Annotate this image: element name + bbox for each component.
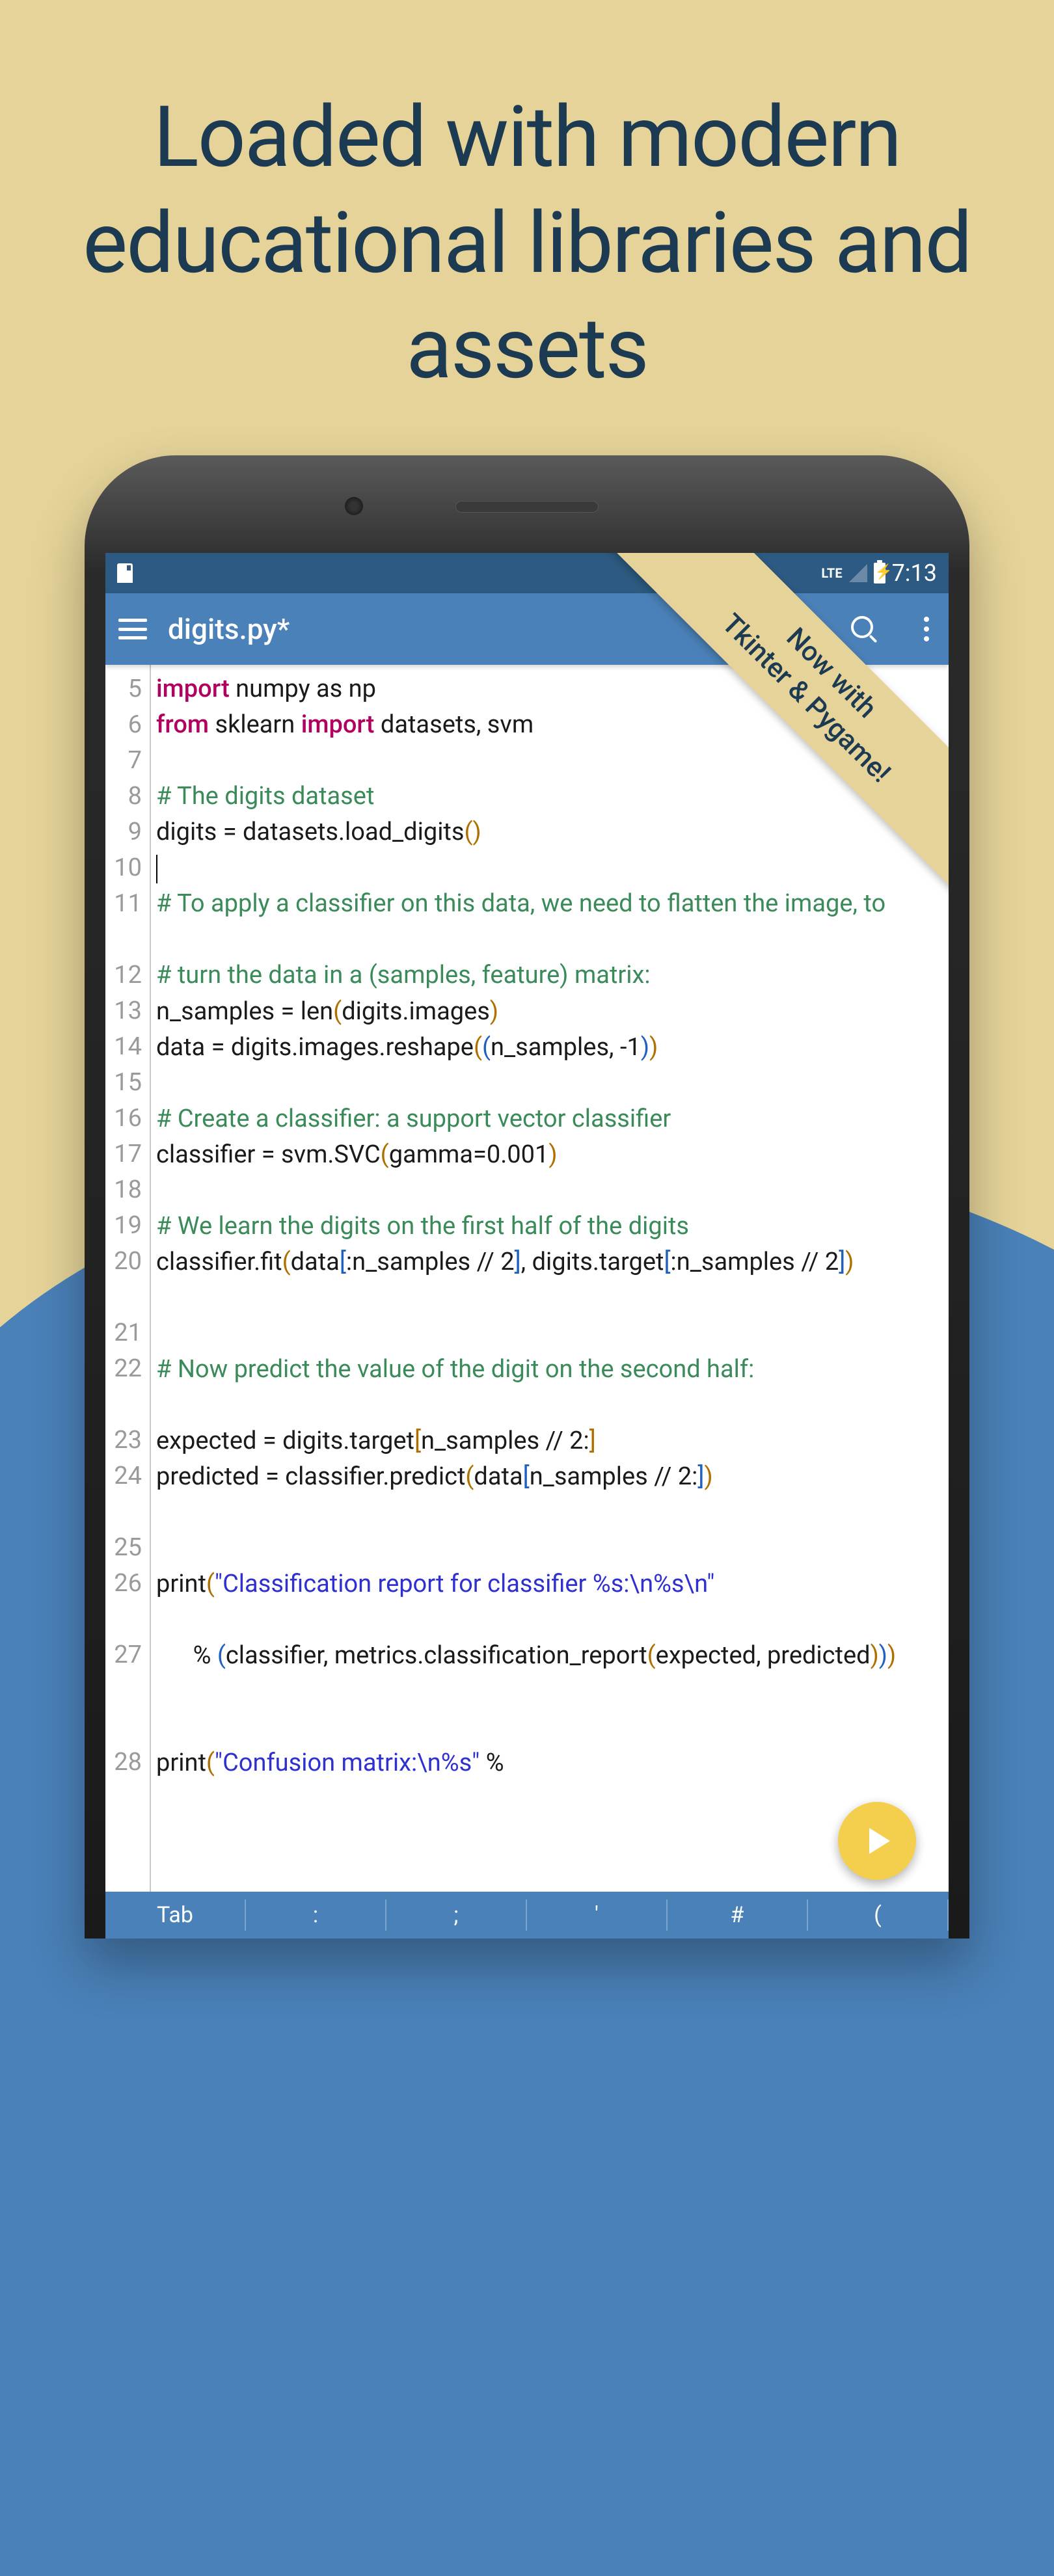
screen: LTE 7:13 digits.py* Now with Tkinter & P… — [105, 553, 949, 1939]
line-number: 22 — [111, 1351, 142, 1387]
key-;[interactable]: ; — [386, 1890, 526, 1939]
code-line[interactable]: # Create a classifier: a support vector … — [156, 1101, 943, 1137]
overflow-menu-icon[interactable] — [917, 617, 936, 641]
sdcard-icon — [117, 563, 133, 583]
code-line[interactable] — [156, 1173, 943, 1209]
code-line[interactable]: from sklearn import datasets, svm — [156, 707, 943, 743]
code-line[interactable]: predicted = classifier.predict(data[n_sa… — [156, 1459, 943, 1531]
key-:[interactable]: : — [246, 1890, 385, 1939]
line-number: 25 — [111, 1530, 142, 1566]
code-line[interactable]: # We learn the digits on the first half … — [156, 1209, 943, 1244]
code-editor[interactable]: 567891011 121314151617181920 2122 2324 2526 2… — [105, 665, 949, 1892]
line-number: 10 — [111, 850, 142, 886]
line-number: 18 — [111, 1172, 142, 1208]
line-number: 20 — [111, 1244, 142, 1280]
code-line[interactable] — [156, 743, 943, 779]
code-line[interactable] — [156, 1316, 943, 1352]
promo-headline: Loaded with modern educational libraries… — [0, 0, 1054, 402]
code-line[interactable]: # The digits dataset — [156, 779, 943, 814]
code-line[interactable] — [156, 1066, 943, 1101]
code-line[interactable]: data = digits.images.reshape((n_samples,… — [156, 1030, 943, 1066]
key-tab[interactable]: Tab — [105, 1890, 245, 1939]
code-line[interactable]: digits = datasets.load_digits() — [156, 814, 943, 850]
line-number: 9 — [111, 814, 142, 850]
code-line[interactable]: # Now predict the value of the digit on … — [156, 1352, 943, 1423]
line-number: 5 — [111, 671, 142, 707]
clock: 7:13 — [892, 559, 937, 587]
code-area[interactable]: import numpy as npfrom sklearn import da… — [151, 665, 949, 1892]
line-gutter: 567891011 121314151617181920 2122 2324 2526 2… — [105, 665, 151, 1892]
line-number: 26 — [111, 1566, 142, 1602]
line-number: 6 — [111, 707, 142, 743]
code-line[interactable]: classifier = svm.SVC(gamma=0.001) — [156, 1137, 943, 1173]
key-([interactable]: ( — [808, 1890, 947, 1939]
code-line[interactable]: print("Classification report for classif… — [156, 1566, 943, 1638]
network-label: LTE — [821, 565, 842, 581]
key-#[interactable]: # — [668, 1890, 807, 1939]
key-'[interactable]: ' — [527, 1890, 666, 1939]
code-line[interactable]: # turn the data in a (samples, feature) … — [156, 958, 943, 993]
play-icon — [869, 1828, 890, 1854]
symbol-key-row: Tab:;'#( — [105, 1892, 949, 1939]
code-line[interactable]: expected = digits.target[n_samples // 2:… — [156, 1423, 943, 1459]
menu-button[interactable] — [118, 619, 147, 639]
phone-frame: LTE 7:13 digits.py* Now with Tkinter & P… — [85, 455, 969, 1939]
line-number: 14 — [111, 1029, 142, 1065]
line-number: 19 — [111, 1208, 142, 1244]
code-line[interactable]: classifier.fit(data[:n_samples // 2], di… — [156, 1244, 943, 1316]
battery-charging-icon — [874, 563, 885, 584]
line-number: 11 — [111, 886, 142, 922]
code-line[interactable]: print("Confusion matrix:\n%s" % — [156, 1745, 943, 1781]
line-number: 7 — [111, 743, 142, 779]
line-number: 21 — [111, 1315, 142, 1351]
code-line[interactable]: import numpy as np — [156, 671, 943, 707]
line-number: 28 — [111, 1745, 142, 1780]
line-number: 17 — [111, 1136, 142, 1172]
line-number: 23 — [111, 1423, 142, 1458]
line-number: 27 — [111, 1637, 142, 1673]
line-number: 15 — [111, 1065, 142, 1101]
code-line[interactable] — [156, 850, 943, 886]
file-title: digits.py* — [168, 612, 830, 646]
line-number: 12 — [111, 958, 142, 993]
line-number: 13 — [111, 993, 142, 1029]
code-line[interactable]: n_samples = len(digits.images) — [156, 994, 943, 1030]
search-icon[interactable] — [851, 616, 877, 642]
signal-icon — [849, 564, 867, 582]
line-number: 24 — [111, 1458, 142, 1494]
run-button[interactable] — [838, 1802, 916, 1880]
code-line[interactable] — [156, 1531, 943, 1566]
code-line[interactable]: # To apply a classifier on this data, we… — [156, 886, 943, 958]
app-bar: digits.py* — [105, 593, 949, 665]
phone-speaker — [455, 501, 599, 513]
phone-camera — [345, 497, 363, 515]
line-number: 16 — [111, 1101, 142, 1136]
code-line[interactable]: % (classifier, metrics.classification_re… — [156, 1638, 943, 1745]
status-bar: LTE 7:13 — [105, 553, 949, 593]
line-number: 8 — [111, 779, 142, 814]
